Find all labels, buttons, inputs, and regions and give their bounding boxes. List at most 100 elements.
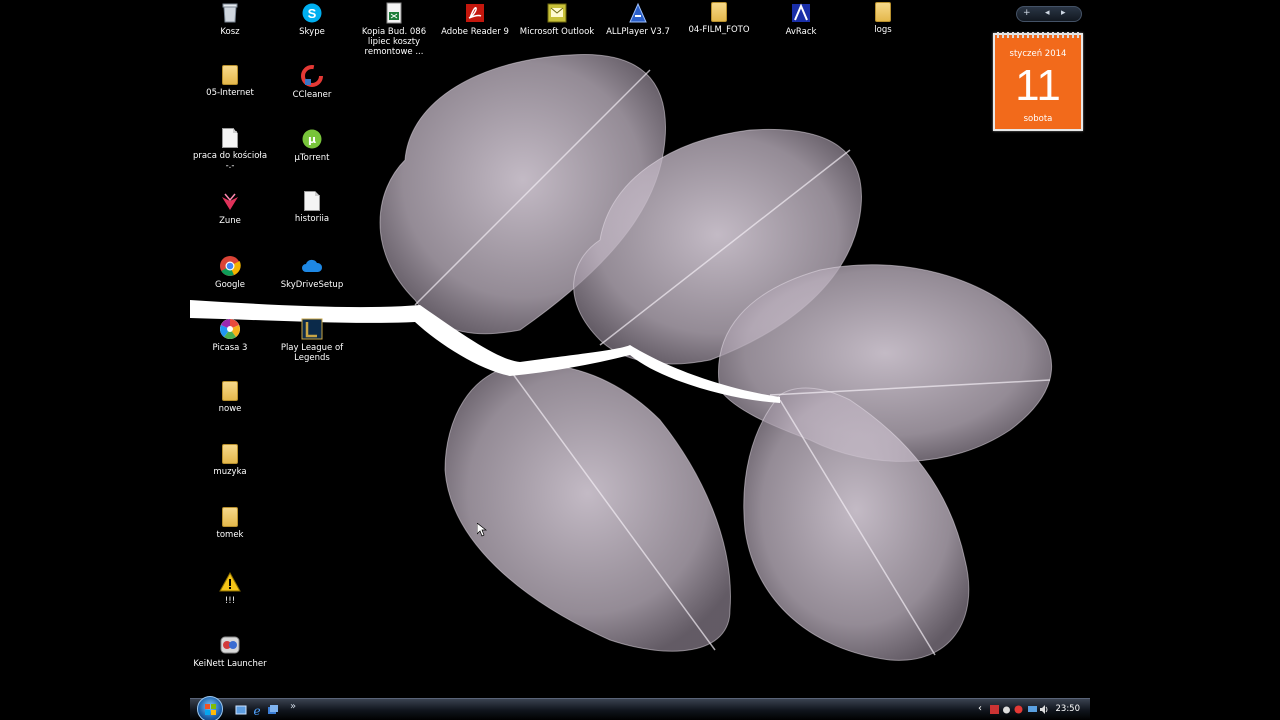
show-desktop-icon[interactable] [235, 704, 247, 716]
folder-icon [711, 2, 727, 22]
mouse-cursor-icon [477, 523, 487, 537]
folder-icon [222, 444, 238, 464]
adobe-reader-icon [464, 2, 486, 24]
icon-label: Kosz [220, 27, 240, 37]
icon-label: Adobe Reader 9 [441, 27, 509, 37]
icon-label: ALLPlayer V3.7 [606, 27, 670, 37]
icon-label: 05-Internet [206, 88, 254, 98]
icon-label: SkyDriveSetup [280, 280, 344, 290]
quick-launch-chevron[interactable]: » [290, 701, 296, 712]
desktop-icon-skydrivesetup[interactable]: SkyDriveSetup [271, 255, 353, 290]
calendar-day: 11 [1015, 61, 1061, 110]
desktop-icon-05-internet[interactable]: 05-Internet [190, 65, 271, 98]
desktop-icon-avrack[interactable]: AvRack [760, 2, 842, 37]
taskbar-clock[interactable]: 23:50 [1056, 704, 1081, 714]
desktop-icon-keinett-launcher[interactable]: KeiNett Launcher [190, 634, 271, 669]
outlook-icon [546, 2, 568, 24]
desktop-icon-kosz[interactable]: Kosz [190, 2, 271, 37]
recycle-bin-icon [219, 2, 241, 24]
desktop-icon-praca[interactable]: praca do kościoła -.- [190, 128, 271, 171]
calendar-weekday: sobota [1023, 114, 1053, 124]
calendar-rings [997, 32, 1079, 38]
volume-icon[interactable] [1040, 705, 1049, 714]
tray-cloud-icon[interactable] [1002, 705, 1011, 714]
calendar-gadget[interactable]: styczeń 2014 11 sobota [993, 32, 1083, 131]
desktop-icon-picasa[interactable]: Picasa 3 [190, 318, 271, 353]
icon-label: nowe [218, 404, 242, 414]
league-of-legends-icon [301, 318, 323, 340]
ccleaner-icon [301, 65, 323, 87]
picasa-icon [219, 318, 241, 340]
internet-explorer-icon[interactable]: e [251, 704, 263, 716]
keinett-launcher-icon [219, 634, 241, 656]
start-button[interactable] [197, 696, 223, 720]
warning-icon [219, 571, 241, 593]
icon-label: muzyka [213, 467, 247, 477]
chrome-icon [219, 255, 241, 277]
desktop-icon-tomek[interactable]: tomek [190, 507, 271, 540]
desktop-icon-kopia-bud[interactable]: Kopia Bud. 086 lipiec koszty remontowe .… [353, 2, 435, 57]
icon-label: praca do kościoła -.- [192, 151, 268, 171]
document-icon [304, 191, 320, 211]
sidebar-add-button[interactable]: + [1023, 8, 1031, 18]
desktop-icon-warning[interactable]: !!! [190, 571, 271, 606]
tray-expand-button[interactable]: ‹ [978, 703, 982, 714]
icon-label: Zune [219, 216, 241, 226]
desktop-icon-zune[interactable]: Zune [190, 191, 271, 226]
switch-windows-icon[interactable] [267, 704, 279, 716]
desktop-icon-muzyka[interactable]: muzyka [190, 444, 271, 477]
desktop-icon-microsoft-outlook[interactable]: Microsoft Outlook [516, 2, 598, 37]
folder-icon [222, 381, 238, 401]
document-icon [222, 128, 238, 148]
sidebar-controls: + ◂ ▸ [1016, 6, 1082, 22]
desktop-icon-skype[interactable]: S Skype [271, 2, 353, 37]
icon-label: Skype [299, 27, 325, 37]
icon-label: CCleaner [292, 90, 332, 100]
desktop-icon-logs[interactable]: logs [842, 2, 924, 35]
icon-label: Kopia Bud. 086 lipiec koszty remontowe .… [361, 27, 427, 57]
icon-label: Play League of Legends [280, 343, 344, 363]
network-icon[interactable] [1028, 705, 1037, 714]
icon-label: Google [215, 280, 245, 290]
svg-text:µ: µ [308, 133, 316, 146]
icon-label: historiia [294, 214, 330, 224]
desktop-icon-play-league-of-legends[interactable]: Play League of Legends [271, 318, 353, 363]
taskbar: e » ‹ 23:50 [190, 696, 1090, 720]
icon-label: 04-FILM_FOTO [688, 25, 750, 35]
desktop-icon-nowe[interactable]: nowe [190, 381, 271, 414]
desktop-icon-google[interactable]: Google [190, 255, 271, 290]
calendar-month-year: styczeń 2014 [1009, 49, 1067, 59]
icon-label: KeiNett Launcher [193, 659, 267, 669]
svg-text:e: e [253, 704, 260, 716]
utorrent-icon: µ [301, 128, 323, 150]
folder-icon [222, 507, 238, 527]
folder-icon [875, 2, 891, 22]
sidebar-next-button[interactable]: ▸ [1061, 8, 1066, 18]
tray-ccleaner-icon[interactable] [1014, 705, 1023, 714]
desktop-icon-historiia[interactable]: historiia [271, 191, 353, 224]
sidebar-prev-button[interactable]: ◂ [1045, 8, 1050, 18]
icon-label: logs [874, 25, 892, 35]
desktop-icon-allplayer[interactable]: ALLPlayer V3.7 [597, 2, 679, 37]
desktop-icon-04-film-foto[interactable]: 04-FILM_FOTO [678, 2, 760, 35]
windows-logo-icon [205, 704, 216, 715]
svg-text:S: S [308, 6, 317, 21]
icon-label: tomek [216, 530, 244, 540]
icon-label: µTorrent [294, 153, 330, 163]
skype-icon: S [301, 2, 323, 24]
desktop-icon-adobe-reader[interactable]: Adobe Reader 9 [434, 2, 516, 37]
desktop-icon-utorrent[interactable]: µ µTorrent [271, 128, 353, 163]
icon-label: Microsoft Outlook [519, 27, 595, 37]
desktop-screen: Kosz 05-Internet praca do kościoła -.- Z… [190, 0, 1090, 720]
icon-label: AvRack [785, 27, 817, 37]
folder-icon [222, 65, 238, 85]
spreadsheet-icon [383, 2, 405, 24]
icon-label: Picasa 3 [212, 343, 248, 353]
skydrive-cloud-icon [301, 255, 323, 277]
desktop-icon-ccleaner[interactable]: CCleaner [271, 65, 353, 100]
tray-app-icon[interactable] [990, 705, 999, 714]
zune-icon [219, 191, 241, 213]
avrack-icon [790, 2, 812, 24]
system-tray: ‹ 23:50 [970, 699, 1090, 720]
icon-label: !!! [224, 596, 236, 606]
